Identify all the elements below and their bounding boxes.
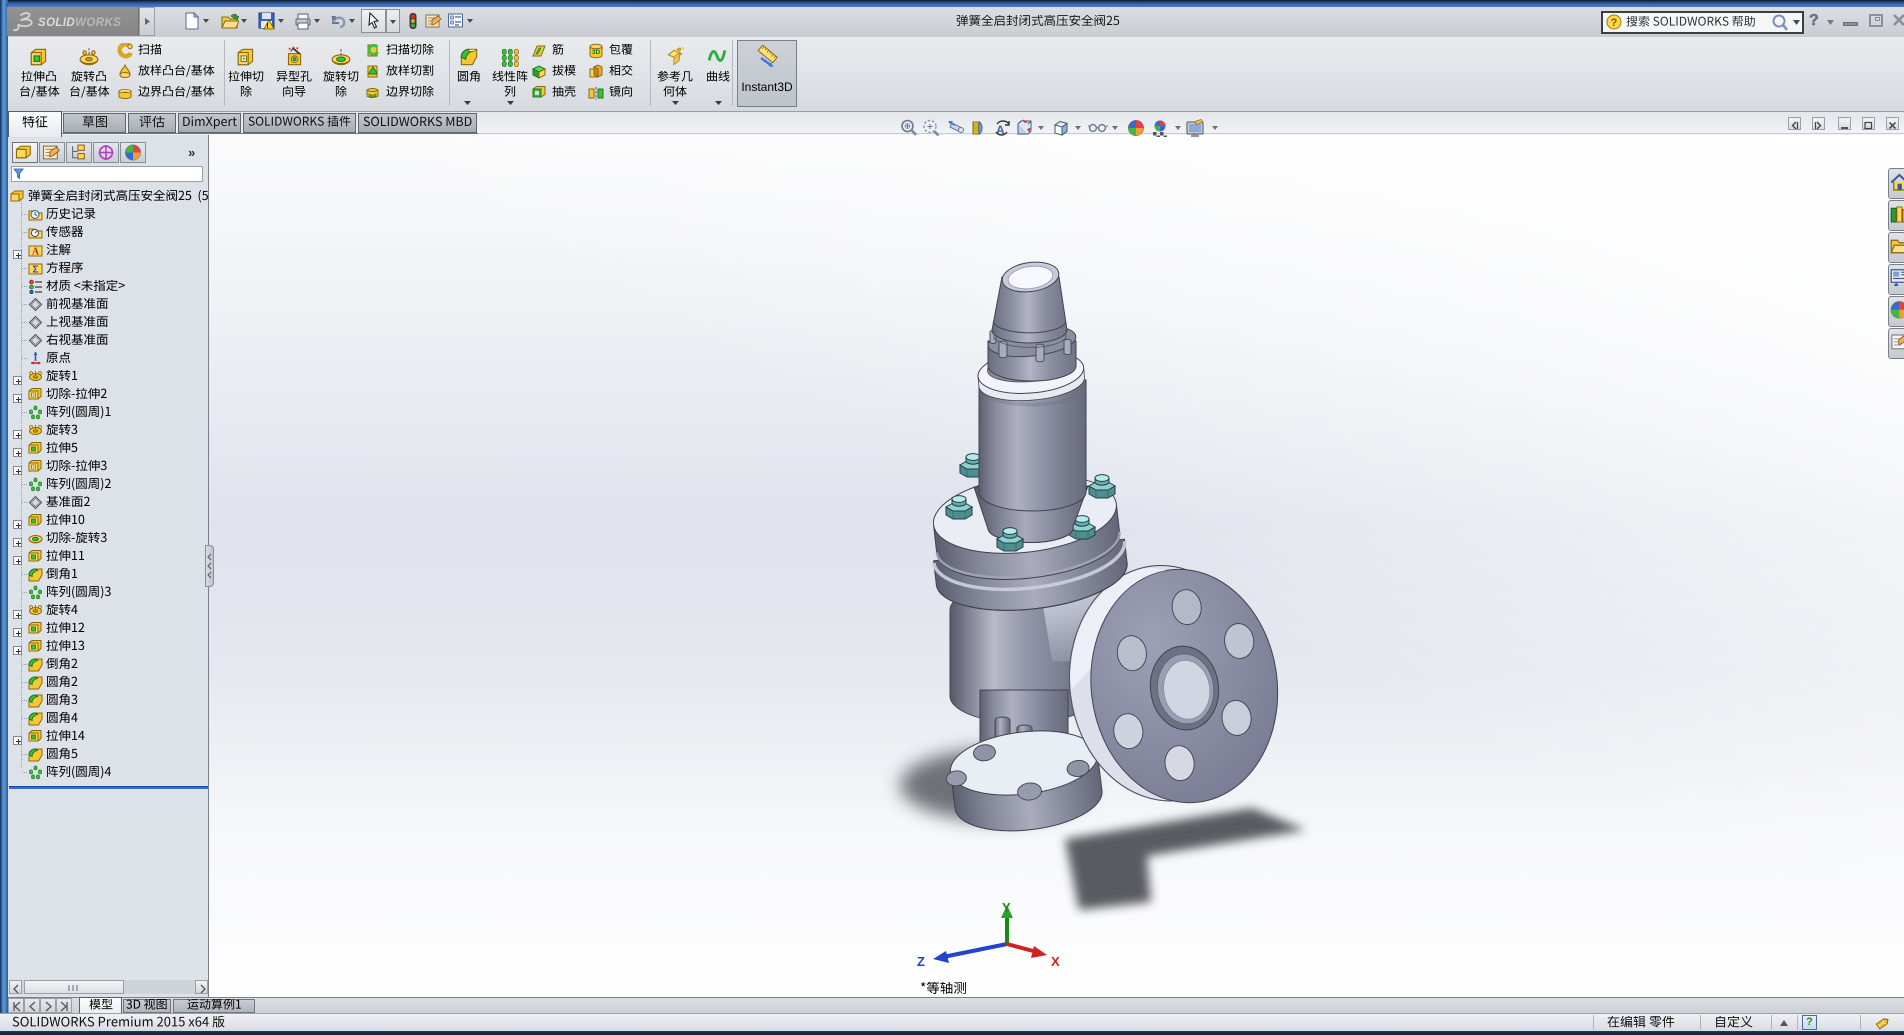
- svg-text:*: *: [682, 47, 685, 54]
- svg-text:Σ: Σ: [32, 265, 38, 276]
- svg-text:Z: Z: [917, 954, 925, 969]
- svg-text:X: X: [1051, 954, 1060, 969]
- svg-text:A: A: [32, 247, 40, 258]
- svg-text:3D: 3D: [592, 49, 601, 56]
- svg-text:Y: Y: [1002, 900, 1011, 915]
- svg-text:!: !: [266, 23, 268, 30]
- svg-text:SOLIDWORKS: SOLIDWORKS: [38, 17, 121, 29]
- svg-text:?: ?: [1611, 17, 1618, 29]
